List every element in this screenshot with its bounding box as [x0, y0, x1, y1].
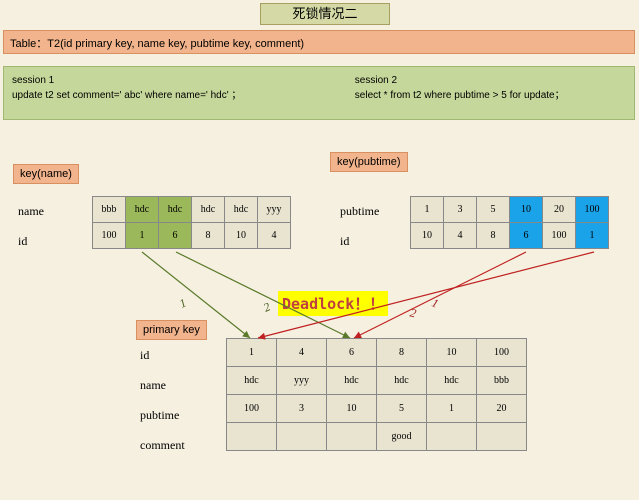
session-2-name: session 2 [355, 73, 625, 88]
cell [427, 423, 477, 451]
cell: hdc [159, 197, 192, 223]
pk-row-id: id [140, 348, 149, 363]
cell: 3 [277, 395, 327, 423]
cell: 8 [477, 223, 510, 249]
pk-row-pubtime: pubtime [140, 408, 179, 423]
key-pubtime-row1-label: pubtime [340, 204, 379, 219]
deadlock-banner: Deadlock！！ [278, 291, 388, 316]
cell [327, 423, 377, 451]
session-2-sql: select * from t2 where pubtime > 5 for u… [355, 88, 625, 103]
table-row: 100 3 10 5 1 20 [227, 395, 527, 423]
cell: hdc [327, 367, 377, 395]
cell: 100 [543, 223, 576, 249]
green-arrow-num-2: 2 [261, 299, 273, 315]
cell: yyy [258, 197, 291, 223]
table-row: 1 4 6 8 10 100 [227, 339, 527, 367]
cell: hdc [225, 197, 258, 223]
cell [227, 423, 277, 451]
table-row: 100 1 6 8 10 4 [93, 223, 291, 249]
cell: 1 [126, 223, 159, 249]
cell: 8 [192, 223, 225, 249]
cell: 6 [510, 223, 543, 249]
cell: 1 [227, 339, 277, 367]
cell: 20 [543, 197, 576, 223]
key-name-row2-label: id [18, 234, 27, 249]
cell: 1 [411, 197, 444, 223]
cell: 5 [377, 395, 427, 423]
cell: 100 [477, 339, 527, 367]
cell: 4 [258, 223, 291, 249]
cell: 4 [444, 223, 477, 249]
cell: 1 [576, 223, 609, 249]
cell: hdc [192, 197, 225, 223]
key-name-row1-label: name [18, 204, 44, 219]
table-row: good [227, 423, 527, 451]
title-banner: 死锁情况二 [260, 3, 390, 25]
table-row: bbb hdc hdc hdc hdc yyy [93, 197, 291, 223]
sessions-panel: session 1 update t2 set comment=' abc' w… [3, 66, 635, 120]
cell: 100 [93, 223, 126, 249]
session-1-sql: update t2 set comment=' abc' where name=… [12, 88, 352, 103]
cell: 8 [377, 339, 427, 367]
red-arrow-num-2: 2 [408, 305, 417, 321]
cell: good [377, 423, 427, 451]
table-definition: Table：T2(id primary key, name key, pubti… [3, 30, 635, 54]
red-arrow-num-1: 1 [429, 295, 440, 311]
cell: 5 [477, 197, 510, 223]
cell: hdc [126, 197, 159, 223]
pk-row-comment: comment [140, 438, 185, 453]
pk-row-name: name [140, 378, 166, 393]
key-pubtime-label: key(pubtime) [330, 152, 408, 172]
table-row: hdc yyy hdc hdc hdc bbb [227, 367, 527, 395]
key-name-label: key(name) [13, 164, 79, 184]
cell: hdc [427, 367, 477, 395]
cell: bbb [93, 197, 126, 223]
cell: 100 [576, 197, 609, 223]
cell: 10 [427, 339, 477, 367]
key-pubtime-row2-label: id [340, 234, 349, 249]
cell: 20 [477, 395, 527, 423]
cell: 3 [444, 197, 477, 223]
key-pubtime-table: 1 3 5 10 20 100 10 4 8 6 100 1 [410, 196, 609, 249]
table-row: 1 3 5 10 20 100 [411, 197, 609, 223]
green-arrow-num-1: 1 [177, 295, 189, 311]
cell: bbb [477, 367, 527, 395]
session-1: session 1 update t2 set comment=' abc' w… [12, 73, 352, 103]
cell: 1 [427, 395, 477, 423]
cell: hdc [227, 367, 277, 395]
primary-key-table: 1 4 6 8 10 100 hdc yyy hdc hdc hdc bbb 1… [226, 338, 527, 451]
cell: hdc [377, 367, 427, 395]
session-1-name: session 1 [12, 73, 352, 88]
cell: yyy [277, 367, 327, 395]
cell [277, 423, 327, 451]
key-name-table: bbb hdc hdc hdc hdc yyy 100 1 6 8 10 4 [92, 196, 291, 249]
cell: 100 [227, 395, 277, 423]
cell: 10 [327, 395, 377, 423]
primary-key-label: primary key [136, 320, 207, 340]
cell: 6 [159, 223, 192, 249]
session-2: session 2 select * from t2 where pubtime… [355, 73, 625, 103]
cell: 10 [411, 223, 444, 249]
cell: 10 [510, 197, 543, 223]
cell: 4 [277, 339, 327, 367]
cell [477, 423, 527, 451]
table-row: 10 4 8 6 100 1 [411, 223, 609, 249]
cell: 6 [327, 339, 377, 367]
cell: 10 [225, 223, 258, 249]
